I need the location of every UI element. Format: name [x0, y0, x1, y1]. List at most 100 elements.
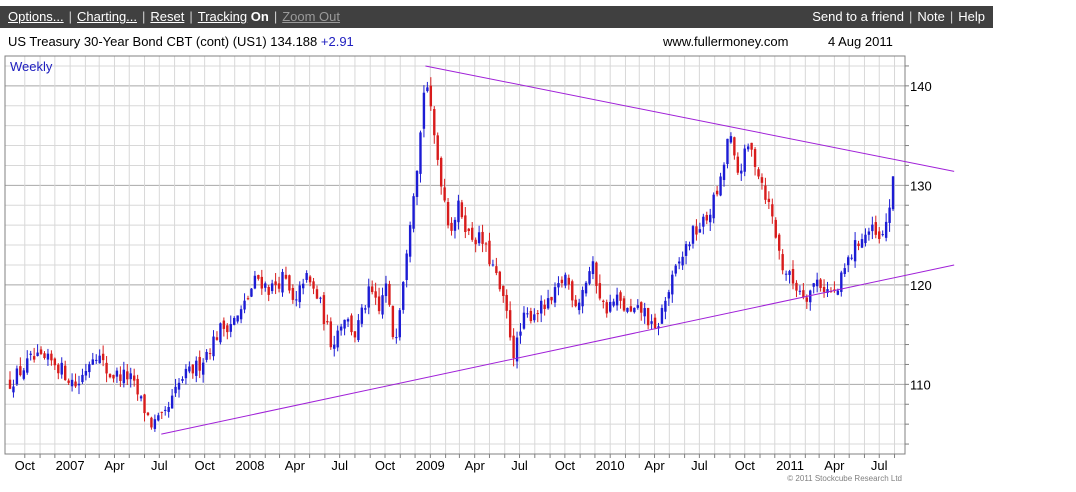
candle-body: [198, 356, 201, 371]
candle-body: [315, 289, 319, 299]
x-tick-label: Oct: [15, 458, 36, 473]
candle-body: [333, 344, 336, 349]
candle-body: [467, 228, 470, 232]
candle-body: [681, 256, 684, 266]
candle-body: [377, 296, 381, 312]
candle-body: [450, 222, 453, 231]
candle-body: [871, 224, 874, 232]
candle-body: [39, 349, 43, 354]
candle-body: [443, 187, 446, 201]
trendlines: [161, 65, 955, 435]
candle-body: [301, 283, 305, 289]
candle-body: [526, 313, 529, 315]
candle-body: [788, 271, 791, 275]
candle-body: [236, 315, 239, 322]
candle-body: [77, 383, 81, 386]
candle-body: [115, 370, 119, 377]
candle-body: [167, 406, 170, 412]
candle-body: [164, 409, 167, 411]
candle-body: [726, 138, 729, 165]
candle-body: [408, 225, 412, 257]
candle-body: [8, 379, 12, 389]
candle-body: [719, 176, 722, 196]
candle-body: [574, 299, 577, 307]
candle-body: [298, 285, 301, 303]
candle-body: [612, 301, 615, 306]
y-tick-label: 130: [910, 178, 932, 193]
candle-body: [781, 254, 784, 271]
candle-body: [60, 362, 63, 375]
candle-body: [471, 227, 474, 240]
candle-body: [850, 257, 853, 259]
candle-body: [488, 240, 491, 265]
candle-body: [722, 164, 726, 180]
candle-body: [339, 326, 343, 331]
candle-body: [243, 300, 246, 310]
candle-body: [460, 202, 464, 218]
x-tick-label: Apr: [285, 458, 306, 473]
candle-body: [567, 277, 571, 285]
candle-body: [536, 313, 539, 315]
candle-body: [364, 308, 367, 310]
candle-body: [791, 268, 795, 284]
candle-body: [91, 359, 94, 365]
candle-body: [119, 374, 122, 381]
candle-body: [63, 365, 67, 381]
candle-body: [246, 298, 250, 300]
candle-body: [805, 297, 809, 302]
candle-body: [322, 295, 326, 325]
candle-body: [29, 353, 32, 355]
period-label: Weekly: [10, 59, 53, 74]
candle-body: [581, 289, 584, 307]
candle-body: [477, 232, 481, 244]
candle-body: [705, 215, 708, 221]
candle-body: [26, 358, 29, 373]
candle-body: [415, 170, 419, 197]
candle-body: [88, 364, 91, 373]
candles: [8, 77, 895, 432]
candle-body: [684, 244, 688, 256]
candle-body: [671, 274, 674, 295]
candle-body: [698, 229, 702, 233]
candle-body: [702, 216, 705, 227]
x-axis: Oct 2007 Apr Jul Oct 2008 Apr Jul Oct 2009 Apr Jul O…: [15, 454, 896, 473]
candle-body: [691, 226, 695, 244]
candle-body: [650, 321, 653, 324]
copyright: © 2011 Stockcube Research Ltd: [787, 474, 902, 483]
candle-body: [219, 323, 222, 343]
x-tick-label: Jul: [151, 458, 168, 473]
candle-body: [32, 356, 36, 360]
candle-body: [778, 234, 781, 251]
candle-body: [177, 382, 181, 390]
x-tick-label: 2009: [416, 458, 445, 473]
candle-body: [819, 279, 822, 288]
candle-body: [874, 222, 877, 235]
x-tick-label: Jul: [691, 458, 708, 473]
candle-body: [495, 266, 498, 274]
candle-body: [784, 273, 788, 275]
candle-body: [633, 307, 636, 313]
candle-body: [615, 294, 619, 306]
candle-body: [205, 351, 208, 360]
candle-body: [57, 364, 60, 374]
candle-body: [602, 300, 605, 302]
candle-body: [84, 370, 88, 376]
candle-body: [398, 310, 401, 338]
candle-body: [557, 283, 560, 288]
candle-body: [453, 219, 457, 231]
candle-body: [195, 360, 198, 376]
candle-body: [864, 234, 867, 244]
candle-body: [464, 215, 467, 232]
candle-body: [353, 331, 357, 338]
candle-body: [126, 371, 129, 380]
candle-body: [474, 239, 477, 245]
price-chart[interactable]: 110120130140 Oct 2007 Apr Jul Oct 2008 Apr Jul O…: [0, 0, 1076, 492]
candle-body: [191, 364, 195, 374]
candle-body: [229, 324, 232, 332]
candle-body: [267, 286, 270, 295]
x-tick-label: Jul: [511, 458, 528, 473]
candle-body: [226, 325, 229, 333]
candle-body: [640, 302, 643, 313]
candle-body: [709, 214, 712, 223]
candle-body: [571, 281, 574, 301]
